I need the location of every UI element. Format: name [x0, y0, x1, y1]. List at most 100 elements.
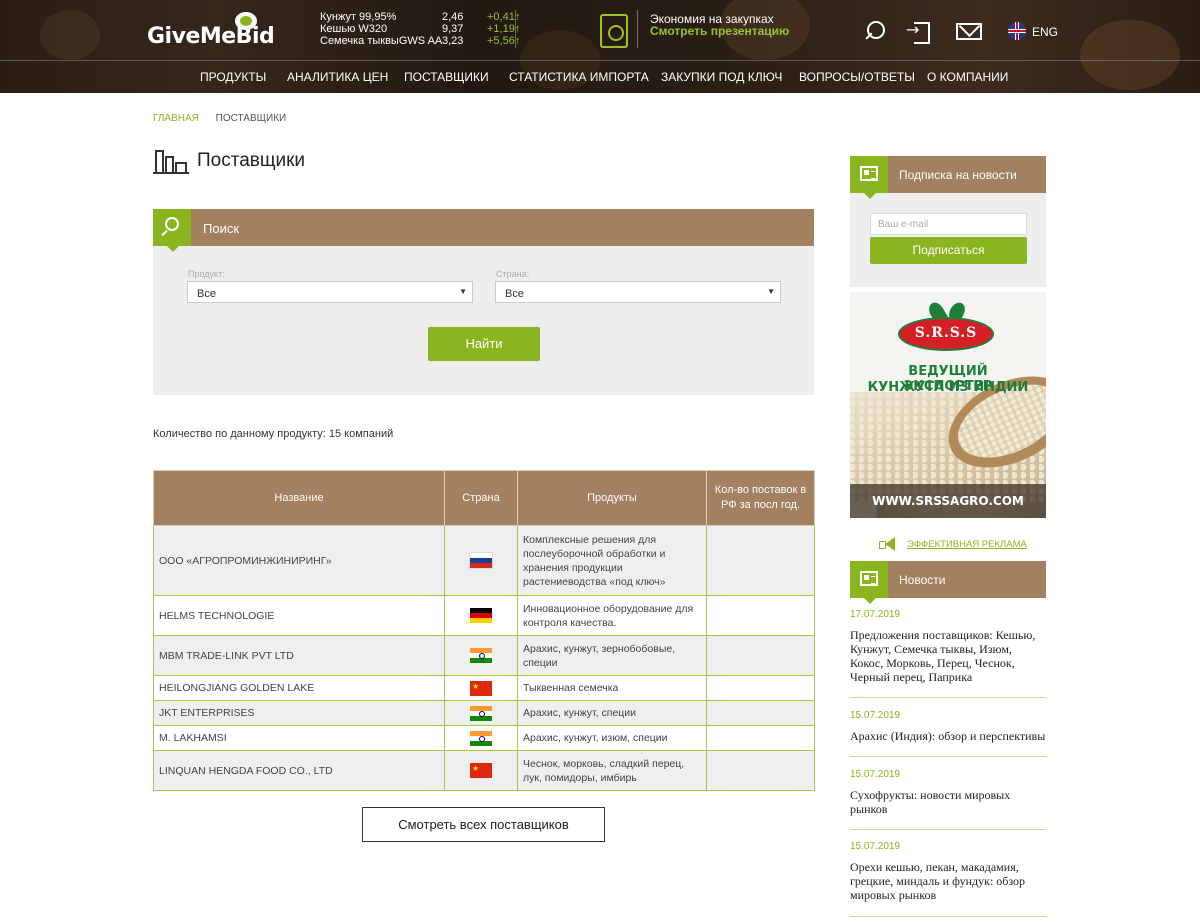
- ticker-value: 2,46: [442, 11, 464, 23]
- table-row[interactable]: MBM TRADE-LINK PVT LTD Арахис, кунжут, з…: [153, 635, 815, 676]
- breadcrumb-current: ПОСТАВЩИКИ: [215, 113, 287, 124]
- supplier-deliveries: [706, 525, 815, 596]
- nav-products[interactable]: ПРОДУКТЫ: [200, 70, 266, 84]
- country-select-value: Все: [505, 288, 524, 300]
- suppliers-table: Название Страна Продукты Кол-во поставок…: [153, 470, 815, 791]
- supplier-name[interactable]: M. LAKHAMSI: [153, 725, 445, 751]
- india-flag-icon: [470, 648, 492, 663]
- table-row[interactable]: JKT ENTERPRISES Арахис, кунжут, специи: [153, 700, 815, 726]
- presentation-icon[interactable]: [600, 14, 628, 48]
- news-item[interactable]: 15.07.2019 Арахис (Индия): обзор и персп…: [850, 710, 1046, 743]
- supplier-products: Чеснок, морковь, сладкий перец, лук, пом…: [517, 750, 707, 791]
- megaphone-icon: [879, 537, 899, 551]
- ticker-row[interactable]: Кунжут 99,95% 2,46 +0,41↑: [320, 11, 525, 23]
- nav-import-stats[interactable]: СТАТИСТИКА ИМПОРТА: [509, 70, 649, 84]
- ticker-row[interactable]: Семечка тыквыGWS AA 3,23 +5,56↑: [320, 35, 525, 47]
- ad-url: WWW.SRSSAGRO.COM: [872, 494, 1024, 508]
- supplier-products: Арахис, кунжут, специи: [517, 700, 707, 726]
- mail-icon[interactable]: [956, 23, 982, 40]
- ticker-name: Семечка тыквыGWS AA: [320, 35, 443, 47]
- supplier-deliveries: [706, 725, 815, 751]
- news-link[interactable]: Предложения поставщиков: Кешью, Кунжут, …: [850, 628, 1046, 684]
- product-select-value: Все: [197, 288, 216, 300]
- country-select[interactable]: Все ▼: [495, 281, 781, 303]
- dropdown-arrow-icon: ▼: [459, 287, 467, 296]
- supplier-name[interactable]: HEILONGJIANG GOLDEN LAKE: [153, 675, 445, 701]
- supplier-deliveries: [706, 635, 815, 676]
- site-logo[interactable]: GiveMeBid: [147, 12, 275, 52]
- supplier-name[interactable]: LINQUAN HENGDA FOOD CO., LTD: [153, 750, 445, 791]
- country-label: Страна:: [496, 269, 530, 279]
- search-panel-header: Поиск: [153, 209, 814, 252]
- news-date: 15.07.2019: [850, 769, 901, 780]
- supplier-products: Арахис, кунжут, изюм, специи: [517, 725, 707, 751]
- search-icon: [153, 209, 191, 252]
- divider: [637, 10, 638, 48]
- india-flag-icon: [470, 730, 492, 746]
- news-link[interactable]: Орехи кешью, пекан, макадамия, грецкие, …: [850, 860, 1046, 902]
- supplier-name[interactable]: HELMS TECHNOLOGIE: [153, 595, 445, 636]
- table-row[interactable]: HELMS TECHNOLOGIE Инновационное оборудов…: [153, 595, 815, 636]
- subscribe-header: Подписка на новости: [850, 156, 1046, 199]
- supplier-products: Комплексные решения для послеуборочной о…: [517, 525, 707, 596]
- search-panel-title: Поиск: [203, 221, 240, 236]
- russia-flag-icon: [470, 553, 492, 568]
- find-button[interactable]: Найти: [428, 327, 540, 361]
- advertisement-banner[interactable]: S.R.S.S ВЕДУЩИЙ ЭКСПОРТЕР КУНЖУТА ИЗ ИНД…: [850, 292, 1046, 518]
- uk-flag-icon[interactable]: [1008, 22, 1026, 40]
- news-date: 15.07.2019: [850, 710, 901, 721]
- supplier-name[interactable]: JKT ENTERPRISES: [153, 700, 445, 726]
- table-row[interactable]: M. LAKHAMSI Арахис, кунжут, изюм, специи: [153, 725, 815, 751]
- nav-price-analytics[interactable]: АНАЛИТИКА ЦЕН: [287, 70, 388, 84]
- supplier-deliveries: [706, 595, 815, 636]
- buildings-icon: [153, 146, 189, 174]
- supplier-deliveries: [706, 675, 815, 701]
- table-row[interactable]: ООО «АГРОПРОМИНЖИНИРИНГ» Комплексные реш…: [153, 525, 815, 596]
- news-link[interactable]: Сухофрукты: новости мировых рынков: [850, 788, 1046, 816]
- doc-shape: [860, 571, 878, 586]
- email-field[interactable]: Ваш e-mail: [870, 213, 1027, 235]
- country-cell: [444, 595, 518, 636]
- search-panel: Поиск Продукт: Все ▼ Страна: Все ▼ Найти: [153, 209, 814, 395]
- product-label: Продукт:: [188, 269, 225, 279]
- price-ticker: Кунжут 99,95% 2,46 +0,41↑ Кешью W320 9,3…: [320, 11, 525, 47]
- nav-about[interactable]: О КОМПАНИИ: [927, 70, 1008, 84]
- nav-suppliers[interactable]: ПОСТАВЩИКИ: [404, 70, 489, 84]
- column-header-country[interactable]: Страна: [444, 470, 518, 526]
- news-title: Новости: [899, 573, 946, 587]
- presentation-link[interactable]: Смотреть презентацию: [650, 24, 789, 38]
- supplier-name[interactable]: MBM TRADE-LINK PVT LTD: [153, 635, 445, 676]
- country-cell: [444, 750, 518, 791]
- language-switch[interactable]: ENG: [1032, 25, 1058, 39]
- supplier-products: Арахис, кунжут, зернобобовые, специи: [517, 635, 707, 676]
- news-item[interactable]: 15.07.2019 Орехи кешью, пекан, макадамия…: [850, 841, 1046, 902]
- news-item[interactable]: 17.07.2019 Предложения поставщиков: Кешь…: [850, 609, 1046, 684]
- news-link[interactable]: Арахис (Индия): обзор и перспективы: [850, 729, 1046, 743]
- view-all-suppliers-button[interactable]: Смотреть всех поставщиков: [362, 807, 605, 842]
- ad-brand: S.R.S.S: [914, 325, 978, 341]
- effective-ads-link[interactable]: ЭФФЕКТИВНАЯ РЕКЛАМА: [907, 539, 1027, 550]
- column-header-deliveries[interactable]: Кол-во поставок в РФ за посл год.: [706, 470, 815, 526]
- table-row[interactable]: LINQUAN HENGDA FOOD CO., LTD Чеснок, мор…: [153, 750, 815, 791]
- header-banner: GiveMeBid Кунжут 99,95% 2,46 +0,41↑ Кешь…: [0, 0, 1200, 93]
- column-header-products[interactable]: Продукты: [517, 470, 707, 526]
- column-header-name[interactable]: Название: [153, 470, 445, 526]
- supplier-name[interactable]: ООО «АГРОПРОМИНЖИНИРИНГ»: [153, 525, 445, 596]
- news-date: 17.07.2019: [850, 609, 901, 620]
- search-icon[interactable]: [862, 20, 886, 42]
- login-icon[interactable]: [906, 20, 930, 44]
- breadcrumb-home[interactable]: ГЛАВНАЯ: [153, 113, 199, 124]
- breadcrumb: ГЛАВНАЯ ПОСТАВЩИКИ: [153, 113, 286, 124]
- news-item[interactable]: 15.07.2019 Сухофрукты: новости мировых р…: [850, 769, 1046, 816]
- ticker-name: Кешью W320: [320, 23, 388, 35]
- logo-text: GiveMeBid: [147, 24, 275, 49]
- table-row[interactable]: HEILONGJIANG GOLDEN LAKE Тыквенная семеч…: [153, 675, 815, 701]
- subscribe-button[interactable]: Подписаться: [870, 237, 1027, 264]
- ticker-name: Кунжут 99,95%: [320, 11, 397, 23]
- product-select[interactable]: Все ▼: [187, 281, 473, 303]
- nav-faq[interactable]: ВОПРОСЫ/ОТВЕТЫ: [799, 70, 915, 84]
- divider: [850, 916, 1046, 917]
- table-header-row: Название Страна Продукты Кол-во поставок…: [153, 470, 815, 526]
- nav-turnkey-purchases[interactable]: ЗАКУПКИ ПОД КЛЮЧ: [661, 70, 782, 84]
- ticker-row[interactable]: Кешью W320 9,37 +1,19↑: [320, 23, 525, 35]
